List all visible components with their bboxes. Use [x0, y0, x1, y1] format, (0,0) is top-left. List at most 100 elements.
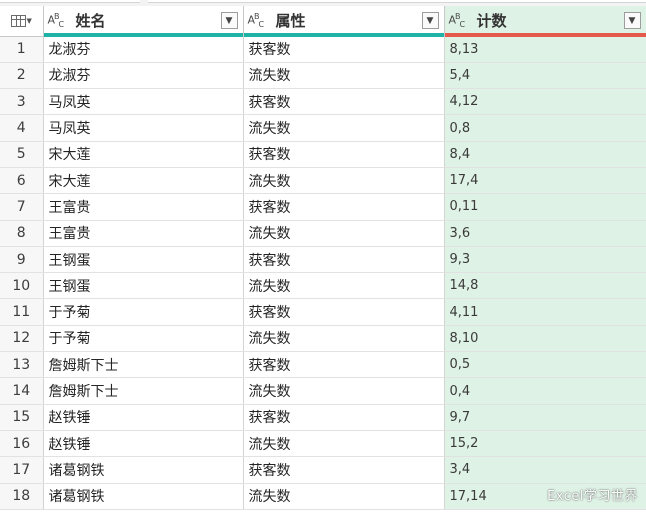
- table-row[interactable]: 10 王钢蛋 流失数 14,8: [0, 272, 646, 300]
- cell-count[interactable]: 3,4: [444, 456, 646, 484]
- table-row[interactable]: 13 詹姆斯下士 获客数 0,5: [0, 351, 646, 379]
- row-number[interactable]: 1: [0, 36, 44, 63]
- filter-dropdown-button[interactable]: ▼: [421, 12, 439, 30]
- row-number[interactable]: 12: [0, 325, 44, 353]
- filter-dropdown-button[interactable]: ▼: [623, 12, 641, 30]
- row-number[interactable]: 17: [0, 456, 44, 484]
- row-number[interactable]: 15: [0, 404, 44, 431]
- column-header-label[interactable]: 属性: [272, 10, 422, 31]
- chevron-down-icon[interactable]: ▼: [27, 17, 32, 25]
- cell-count[interactable]: 5,4: [444, 62, 646, 90]
- cell-attr[interactable]: 获客数: [243, 298, 445, 326]
- table-icon[interactable]: [10, 14, 26, 27]
- cell-name[interactable]: 王富贵: [43, 193, 244, 221]
- table-row[interactable]: 11 于予菊 获客数 4,11: [0, 298, 646, 326]
- row-number[interactable]: 16: [0, 430, 44, 458]
- text-type-icon[interactable]: ABC: [248, 12, 272, 29]
- cell-count[interactable]: 4,12: [444, 88, 646, 116]
- table-row[interactable]: 6 宋大莲 流失数 17,4: [0, 167, 646, 195]
- cell-attr[interactable]: 流失数: [243, 114, 445, 142]
- cell-name[interactable]: 诸葛钢铁: [43, 483, 244, 510]
- row-number[interactable]: 8: [0, 220, 44, 247]
- cell-count[interactable]: 17,4: [444, 167, 646, 195]
- cell-name[interactable]: 赵铁锤: [43, 430, 244, 458]
- row-number[interactable]: 7: [0, 193, 44, 221]
- column-header-label[interactable]: 计数: [473, 10, 624, 31]
- cell-attr[interactable]: 获客数: [243, 456, 445, 484]
- column-header-name[interactable]: ABC 姓名 ▼: [43, 6, 244, 37]
- cell-attr[interactable]: 获客数: [243, 404, 445, 431]
- cell-name[interactable]: 詹姆斯下士: [43, 377, 244, 405]
- cell-attr[interactable]: 流失数: [243, 167, 445, 195]
- table-row[interactable]: 16 赵铁锤 流失数 15,2: [0, 430, 646, 458]
- cell-attr[interactable]: 流失数: [243, 377, 445, 405]
- cell-count[interactable]: 3,6: [444, 220, 646, 247]
- cell-attr[interactable]: 流失数: [243, 220, 445, 247]
- cell-name[interactable]: 于予菊: [43, 298, 244, 326]
- table-row[interactable]: 12 于予菊 流失数 8,10: [0, 325, 646, 353]
- cell-name[interactable]: 马凤英: [43, 114, 244, 142]
- cell-attr[interactable]: 流失数: [243, 483, 445, 510]
- cell-name[interactable]: 于予菊: [43, 325, 244, 353]
- cell-count[interactable]: 8,10: [444, 325, 646, 353]
- cell-name[interactable]: 龙淑芬: [43, 36, 244, 63]
- cell-attr[interactable]: 流失数: [243, 62, 445, 90]
- cell-attr[interactable]: 获客数: [243, 141, 445, 168]
- cell-name[interactable]: 詹姆斯下士: [43, 351, 244, 379]
- cell-attr[interactable]: 流失数: [243, 325, 445, 353]
- table-row[interactable]: 14 詹姆斯下士 流失数 0,4: [0, 377, 646, 405]
- column-header-count[interactable]: ABC 计数 ▼: [444, 6, 646, 37]
- cell-attr[interactable]: 流失数: [243, 430, 445, 458]
- table-row[interactable]: 1 龙淑芬 获客数 8,13: [0, 36, 646, 63]
- cell-attr[interactable]: 流失数: [243, 272, 445, 300]
- cell-name[interactable]: 宋大莲: [43, 167, 244, 195]
- cell-attr[interactable]: 获客数: [243, 36, 445, 63]
- table-row[interactable]: 8 王富贵 流失数 3,6: [0, 220, 646, 247]
- row-number[interactable]: 11: [0, 298, 44, 326]
- cell-name[interactable]: 王钢蛋: [43, 246, 244, 274]
- row-number[interactable]: 6: [0, 167, 44, 195]
- row-number[interactable]: 4: [0, 114, 44, 142]
- table-row[interactable]: 15 赵铁锤 获客数 9,7: [0, 404, 646, 431]
- table-row[interactable]: 17 诸葛钢铁 获客数 3,4: [0, 456, 646, 484]
- cell-name[interactable]: 诸葛钢铁: [43, 456, 244, 484]
- text-type-icon[interactable]: ABC: [48, 12, 72, 29]
- cell-attr[interactable]: 获客数: [243, 88, 445, 116]
- cell-name[interactable]: 王富贵: [43, 220, 244, 247]
- row-number[interactable]: 10: [0, 272, 44, 300]
- row-number[interactable]: 18: [0, 483, 44, 510]
- cell-count[interactable]: 0,4: [444, 377, 646, 405]
- cell-count[interactable]: 0,11: [444, 193, 646, 221]
- filter-dropdown-button[interactable]: ▼: [220, 12, 238, 30]
- cell-count[interactable]: 0,8: [444, 114, 646, 142]
- column-header-label[interactable]: 姓名: [72, 10, 221, 31]
- row-number[interactable]: 13: [0, 351, 44, 379]
- cell-name[interactable]: 龙淑芬: [43, 62, 244, 90]
- table-row[interactable]: 9 王钢蛋 获客数 9,3: [0, 246, 646, 274]
- cell-count[interactable]: 8,4: [444, 141, 646, 168]
- cell-name[interactable]: 马凤英: [43, 88, 244, 116]
- cell-attr[interactable]: 获客数: [243, 246, 445, 274]
- cell-name[interactable]: 王钢蛋: [43, 272, 244, 300]
- cell-attr[interactable]: 获客数: [243, 351, 445, 379]
- cell-count[interactable]: 9,3: [444, 246, 646, 274]
- cell-count[interactable]: 4,11: [444, 298, 646, 326]
- cell-name[interactable]: 赵铁锤: [43, 404, 244, 431]
- row-number[interactable]: 9: [0, 246, 44, 274]
- cell-attr[interactable]: 获客数: [243, 193, 445, 221]
- cell-count[interactable]: 0,5: [444, 351, 646, 379]
- cell-name[interactable]: 宋大莲: [43, 141, 244, 168]
- row-number[interactable]: 14: [0, 377, 44, 405]
- cell-count[interactable]: 15,2: [444, 430, 646, 458]
- text-type-icon[interactable]: ABC: [449, 12, 473, 29]
- row-number[interactable]: 5: [0, 141, 44, 168]
- table-row[interactable]: 3 马凤英 获客数 4,12: [0, 88, 646, 116]
- table-row[interactable]: 2 龙淑芬 流失数 5,4: [0, 62, 646, 90]
- table-row[interactable]: 7 王富贵 获客数 0,11: [0, 193, 646, 221]
- column-header-attr[interactable]: ABC 属性 ▼: [243, 6, 445, 37]
- row-number[interactable]: 2: [0, 62, 44, 90]
- table-row[interactable]: 5 宋大莲 获客数 8,4: [0, 141, 646, 168]
- row-number[interactable]: 3: [0, 88, 44, 116]
- cell-count[interactable]: 8,13: [444, 36, 646, 63]
- table-menu-corner[interactable]: ▼: [0, 6, 44, 37]
